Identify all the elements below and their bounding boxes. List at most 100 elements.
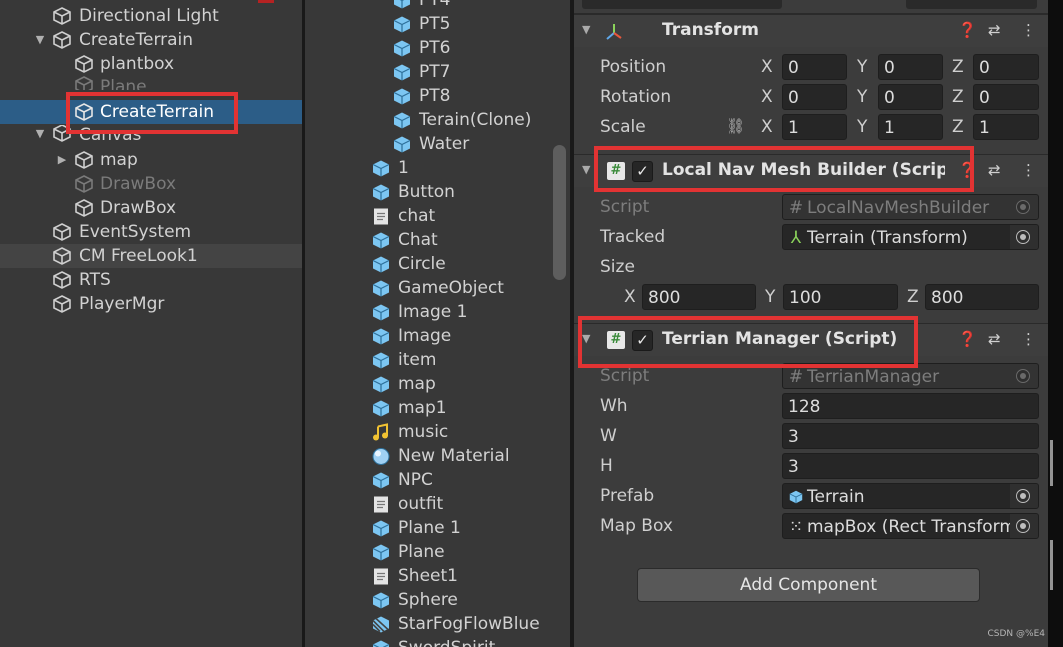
nav-mesh-builder-header[interactable]: ▼ # ✓ Local Nav Mesh Builder (Script) ❓ … xyxy=(574,154,1048,187)
size-y-field[interactable]: 100 xyxy=(783,284,898,310)
hierarchy-item[interactable]: ▶ map xyxy=(0,148,302,172)
rotation-z-field[interactable]: 0 xyxy=(973,84,1039,110)
scale-x-field[interactable]: 1 xyxy=(782,114,847,140)
expand-arrow-icon[interactable]: ▶ xyxy=(55,148,69,172)
hierarchy-item-label: Canvas xyxy=(79,125,142,145)
prefab-icon xyxy=(372,376,390,393)
enabled-checkbox[interactable]: ✓ xyxy=(632,161,653,182)
hierarchy-item[interactable]: DrawBox xyxy=(0,196,302,220)
add-component-button[interactable]: Add Component xyxy=(637,568,980,602)
project-asset-label: SwordSpirit xyxy=(398,636,495,647)
gameobject-icon xyxy=(53,7,71,25)
hierarchy-item[interactable]: plantbox xyxy=(0,52,302,76)
text-file-icon xyxy=(374,568,388,585)
project-asset-item[interactable]: New Material xyxy=(371,444,570,468)
collapse-arrow-icon[interactable]: ▼ xyxy=(582,23,590,36)
mapbox-field[interactable]: ⁙ mapBox (Rect Transform) xyxy=(782,513,1039,539)
expand-arrow-icon[interactable]: ▼ xyxy=(33,125,47,145)
project-asset-item[interactable]: PT6 xyxy=(392,36,570,60)
help-icon[interactable]: ❓ xyxy=(958,161,977,179)
project-asset-label: map xyxy=(398,374,436,394)
collapse-arrow-icon[interactable]: ▼ xyxy=(582,163,590,176)
project-asset-item[interactable]: map1 xyxy=(371,396,570,420)
project-asset-item[interactable]: Image xyxy=(371,324,570,348)
project-asset-item[interactable]: chat xyxy=(371,204,570,228)
project-asset-item[interactable]: outfit xyxy=(371,492,570,516)
project-asset-item[interactable]: Image 1 xyxy=(371,300,570,324)
hierarchy-item[interactable]: ▼ Canvas xyxy=(0,125,302,145)
prefab-field[interactable]: Terrain xyxy=(782,483,1039,509)
transform-header[interactable]: ▼ Transform ❓ ⇄ ⋮ xyxy=(574,14,1048,47)
scrollbar-thumb[interactable] xyxy=(553,145,566,280)
hierarchy-item[interactable]: PlayerMgr xyxy=(0,292,302,316)
object-picker-icon[interactable] xyxy=(1016,230,1030,244)
object-picker-icon[interactable] xyxy=(1016,489,1030,503)
rect-transform-icon: ⁙ xyxy=(788,517,804,537)
hierarchy-item-label: EventSystem xyxy=(79,222,192,242)
tracked-field[interactable]: ⅄ Terrain (Transform) xyxy=(782,224,1039,250)
scale-y-field[interactable]: 1 xyxy=(878,114,943,140)
project-asset-item[interactable]: Terain(Clone) xyxy=(392,108,570,132)
project-asset-item[interactable]: Sphere xyxy=(371,588,570,612)
size-z-field[interactable]: 800 xyxy=(925,284,1039,310)
wh-field[interactable]: 128 xyxy=(782,393,1039,419)
project-asset-item[interactable]: StarFogFlowBlue xyxy=(371,612,570,636)
position-z-field[interactable]: 0 xyxy=(973,54,1039,80)
project-asset-item[interactable]: Plane 1 xyxy=(371,516,570,540)
hierarchy-item-selected[interactable]: CreateTerrain xyxy=(0,100,302,124)
collapse-arrow-icon[interactable]: ▼ xyxy=(582,332,590,345)
property-label: W xyxy=(600,426,617,446)
enabled-checkbox[interactable]: ✓ xyxy=(632,330,653,351)
project-asset-item[interactable]: SwordSpirit xyxy=(371,636,570,647)
hierarchy-item[interactable]: ▼ CreateTerrain xyxy=(0,28,302,52)
size-x-field[interactable]: 800 xyxy=(642,284,756,310)
position-x-field[interactable]: 0 xyxy=(782,54,847,80)
w-field[interactable]: 3 xyxy=(782,423,1039,449)
rotation-x-field[interactable]: 0 xyxy=(782,84,847,110)
hierarchy-item[interactable]: Directional Light xyxy=(0,4,302,28)
project-asset-item[interactable]: Water xyxy=(392,132,570,156)
project-asset-item[interactable]: PT4 xyxy=(392,0,570,12)
project-asset-item[interactable]: Plane xyxy=(371,540,570,564)
project-asset-item[interactable]: map xyxy=(371,372,570,396)
project-asset-item[interactable]: Sheet1 xyxy=(371,564,570,588)
project-asset-item[interactable]: 1 xyxy=(371,156,570,180)
prefab-icon xyxy=(372,592,390,609)
project-asset-item[interactable]: NPC xyxy=(371,468,570,492)
presets-icon[interactable]: ⇄ xyxy=(988,330,1001,348)
position-y-field[interactable]: 0 xyxy=(878,54,943,80)
project-asset-item[interactable]: Chat xyxy=(371,228,570,252)
rotation-y-field[interactable]: 0 xyxy=(878,84,943,110)
help-icon[interactable]: ❓ xyxy=(958,330,977,348)
prefab-icon xyxy=(393,112,411,129)
h-field[interactable]: 3 xyxy=(782,453,1039,479)
hierarchy-item[interactable]: CM FreeLook1 xyxy=(0,244,302,268)
project-asset-item[interactable]: item xyxy=(371,348,570,372)
more-options-icon[interactable]: ⋮ xyxy=(1021,161,1036,179)
project-asset-item[interactable]: PT8 xyxy=(392,84,570,108)
hierarchy-item[interactable]: Plane xyxy=(0,76,302,90)
expand-arrow-icon[interactable]: ▼ xyxy=(33,28,47,52)
terrian-manager-header[interactable]: ▼ # ✓ Terrian Manager (Script) ❓ ⇄ ⋮ xyxy=(574,323,1048,356)
prefab-icon xyxy=(372,160,390,177)
hierarchy-item[interactable]: DrawBox xyxy=(0,172,302,196)
prefab-icon xyxy=(372,280,390,297)
scale-z-field[interactable]: 1 xyxy=(973,114,1039,140)
presets-icon[interactable]: ⇄ xyxy=(988,161,1001,179)
project-asset-item[interactable]: PT7 xyxy=(392,60,570,84)
help-icon[interactable]: ❓ xyxy=(958,21,977,39)
project-asset-item[interactable]: music xyxy=(371,420,570,444)
constrain-proportions-icon[interactable]: ⛓ xyxy=(726,117,745,135)
hierarchy-item[interactable]: RTS xyxy=(0,268,302,292)
project-asset-item[interactable]: GameObject xyxy=(371,276,570,300)
hierarchy-item[interactable]: EventSystem xyxy=(0,220,302,244)
project-asset-item[interactable]: Button xyxy=(371,180,570,204)
property-label: Wh xyxy=(600,396,628,416)
presets-icon[interactable]: ⇄ xyxy=(988,21,1001,39)
more-options-icon[interactable]: ⋮ xyxy=(1021,21,1036,39)
error-badge xyxy=(258,0,274,3)
project-asset-item[interactable]: Circle xyxy=(371,252,570,276)
more-options-icon[interactable]: ⋮ xyxy=(1021,330,1036,348)
project-asset-item[interactable]: PT5 xyxy=(392,12,570,36)
object-picker-icon[interactable] xyxy=(1016,519,1030,533)
